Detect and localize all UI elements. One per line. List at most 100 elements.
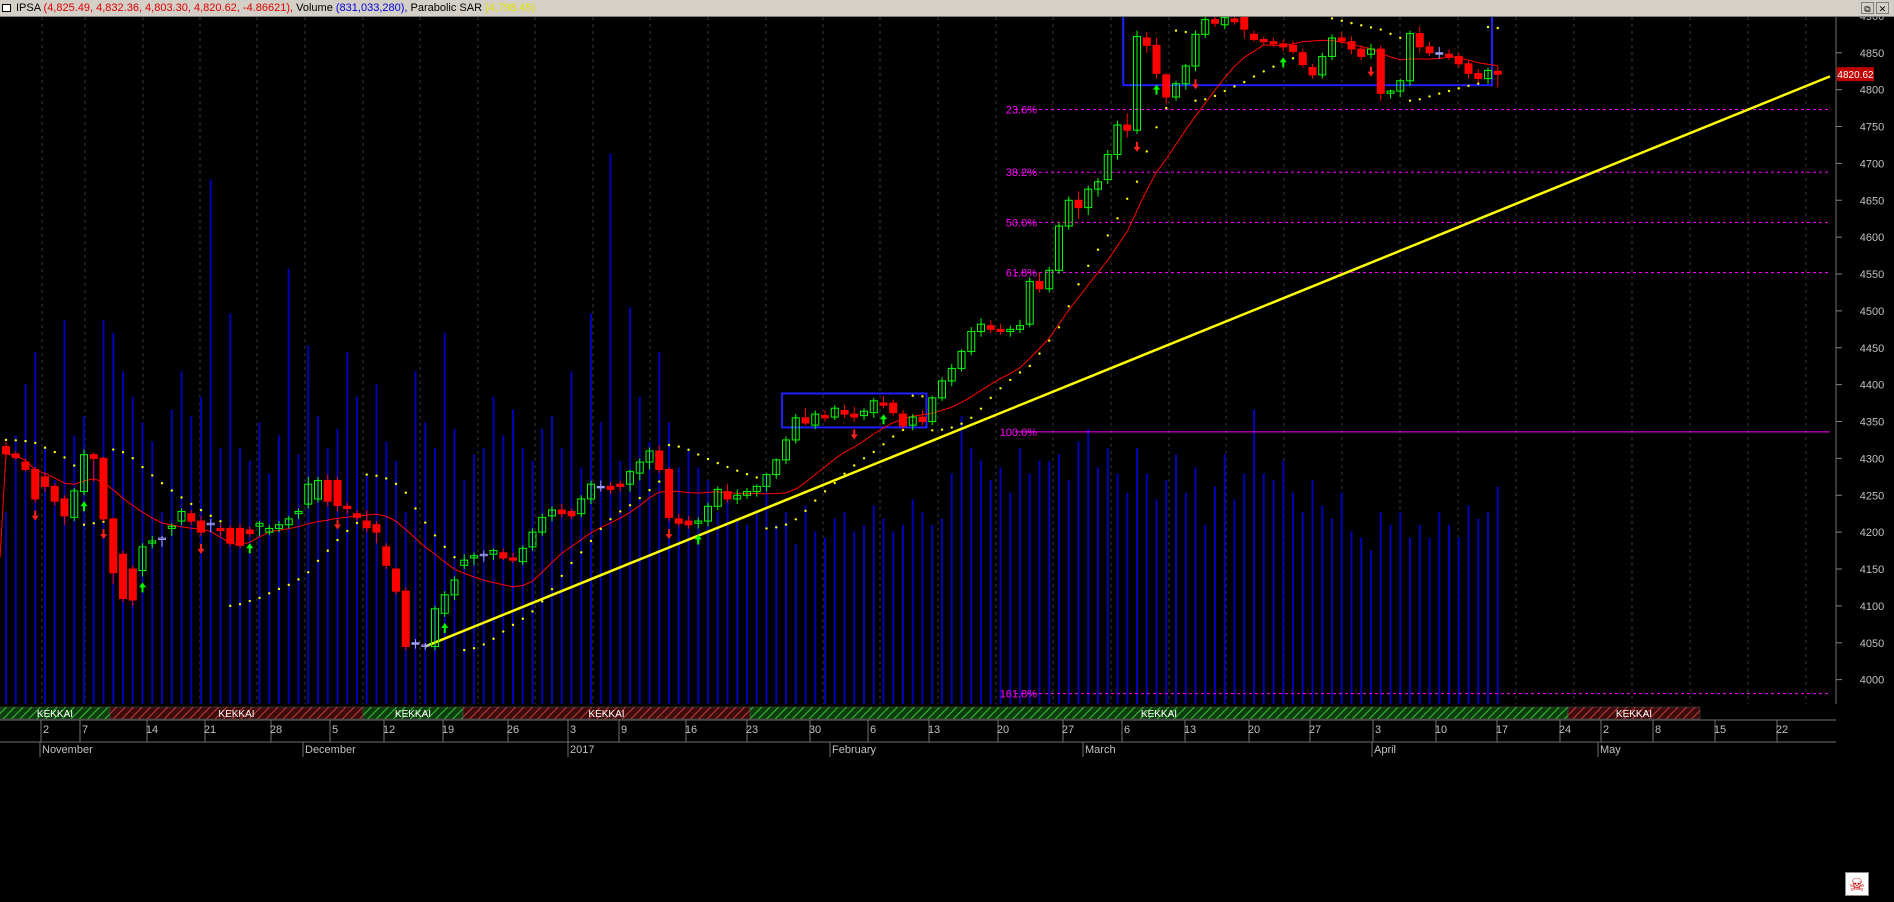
candle [187,510,196,525]
sar-dot [268,592,271,595]
sar-dot [1204,98,1207,101]
day-label-15: 15 [1714,724,1726,736]
candle-body [1415,33,1424,48]
sar-dot [872,450,875,454]
sar-dot [199,508,203,512]
candle [1191,30,1200,72]
sar-dot [385,477,388,480]
candle-body [1445,53,1453,57]
candle-body [996,328,1005,333]
candle [216,523,225,536]
sar-dot [472,647,476,650]
candle-body [616,483,625,487]
candle [245,526,254,538]
candle-body [392,568,400,592]
candle-body [31,468,40,500]
sar-dot [131,457,134,460]
sar-dot [1408,99,1412,102]
candle [645,447,654,470]
candle [1308,63,1317,79]
candle [1454,52,1463,68]
candle [1123,113,1132,138]
volume-bars [5,153,1499,704]
candle [60,495,69,525]
vertical-grid [41,17,1807,704]
sar-dot [238,603,242,606]
candle [1259,36,1268,46]
sar-dot [726,465,729,469]
sar-dot [346,529,349,533]
candle-body [1123,124,1132,131]
candle [635,458,644,481]
sar-dot [365,473,368,476]
candle [557,504,566,518]
candle [596,480,605,492]
candle [99,456,108,522]
candle-body [236,527,244,546]
candle-body [119,553,127,599]
day-label-12: 12 [383,724,395,736]
candle-body [1493,70,1502,75]
candle-body [1240,17,1249,30]
month-label-April: April [1374,744,1396,756]
skull-icon[interactable]: ☠ [1845,872,1869,896]
candle [1152,38,1161,79]
day-label-21: 21 [204,724,216,736]
candle [1396,78,1405,97]
candle-body [684,520,693,526]
sar-dot [1457,87,1460,90]
sar-dot [1184,30,1187,34]
sar-dot [950,426,953,429]
y-tick-label-4200: 4200 [1860,527,1884,539]
sar-dot [404,491,407,494]
sar-dot [736,469,739,472]
day-label-26: 26 [507,724,519,736]
candle [158,535,166,547]
candle [362,510,371,533]
candle [1367,43,1375,59]
candle [1318,52,1327,79]
candle-body [986,325,995,330]
candle [41,473,49,492]
candle [148,535,157,549]
signal-arrows [31,57,1375,633]
sar-dot [433,534,437,537]
candle [440,591,449,617]
parabolic-sar-dots [4,17,1499,652]
candle [752,484,761,497]
sar-dot [1350,21,1353,25]
candle-body [665,468,673,518]
sar-dot [258,596,261,600]
candle-body [362,520,371,529]
kekkai-label-5: KEKKAI [1616,709,1652,720]
sar-value: (4,798.45) [485,2,536,14]
candle [567,508,576,519]
candle [967,327,976,356]
day-label-16: 16 [685,724,697,736]
day-label-24: 24 [1559,724,1571,736]
y-tick-label-4900: 4900 [1860,17,1884,23]
sar-dot [1330,17,1334,20]
indicator-legend: IPSA (4,825.49, 4,832.36, 4,803.30, 4,82… [16,2,535,14]
candle-body [1152,44,1161,74]
candle [421,642,430,651]
sar-dot [190,502,193,506]
close-button[interactable]: ✕ [1876,2,1889,14]
candle [548,506,556,522]
kekkai-band: KEKKAI KEKKAI KEKKAI KEKKAI KEKKAI KEKKAI [0,706,1701,720]
window-menu-icon[interactable] [2,4,11,12]
candle [343,502,352,514]
candle [996,324,1005,335]
day-label-27: 27 [1309,724,1321,736]
sar-dot [560,574,563,578]
day-label-22: 22 [1776,724,1788,736]
restore-button[interactable]: ⧉ [1861,2,1874,14]
candle [1133,30,1141,134]
sar-dot [979,407,983,410]
day-label-2: 2 [1603,724,1609,736]
candle-body [674,518,683,524]
day-label-10: 10 [1435,724,1447,736]
candle [382,543,391,569]
candle [1162,73,1171,105]
candle-body [216,527,225,532]
